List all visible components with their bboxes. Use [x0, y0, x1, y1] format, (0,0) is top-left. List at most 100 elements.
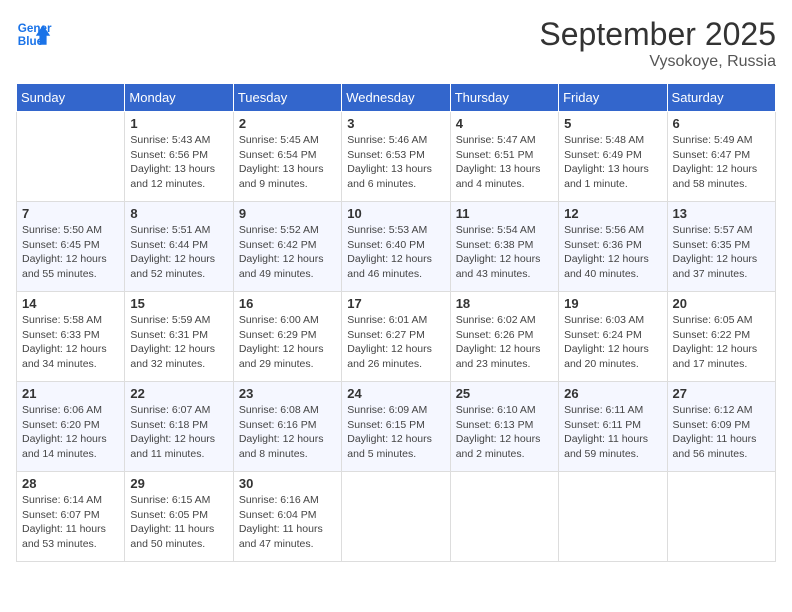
- month-title: September 2025: [539, 16, 776, 53]
- calendar-cell: 7 Sunrise: 5:50 AM Sunset: 6:45 PM Daylig…: [17, 202, 125, 292]
- day-number: 20: [673, 296, 770, 311]
- day-number: 18: [456, 296, 553, 311]
- day-number: 30: [239, 476, 336, 491]
- header-row: SundayMondayTuesdayWednesdayThursdayFrid…: [17, 84, 776, 112]
- day-number: 13: [673, 206, 770, 221]
- header-cell-saturday: Saturday: [667, 84, 775, 112]
- day-number: 14: [22, 296, 119, 311]
- header-cell-tuesday: Tuesday: [233, 84, 341, 112]
- day-info: Sunrise: 5:57 AM Sunset: 6:35 PM Dayligh…: [673, 223, 770, 282]
- calendar-cell: 18 Sunrise: 6:02 AM Sunset: 6:26 PM Dayli…: [450, 292, 558, 382]
- day-number: 29: [130, 476, 227, 491]
- day-info: Sunrise: 6:01 AM Sunset: 6:27 PM Dayligh…: [347, 313, 444, 372]
- day-info: Sunrise: 5:43 AM Sunset: 6:56 PM Dayligh…: [130, 133, 227, 192]
- day-info: Sunrise: 5:47 AM Sunset: 6:51 PM Dayligh…: [456, 133, 553, 192]
- day-info: Sunrise: 6:07 AM Sunset: 6:18 PM Dayligh…: [130, 403, 227, 462]
- calendar-cell: 23 Sunrise: 6:08 AM Sunset: 6:16 PM Dayli…: [233, 382, 341, 472]
- calendar-cell: 21Sunrise: 6:06 AM Sunset: 6:20 PM Dayli…: [17, 382, 125, 472]
- day-number: 8: [130, 206, 227, 221]
- day-info: Sunrise: 6:06 AM Sunset: 6:20 PM Dayligh…: [22, 403, 119, 462]
- location: Vysokoye, Russia: [539, 53, 776, 71]
- day-info: Sunrise: 6:14 AM Sunset: 6:07 PM Dayligh…: [22, 493, 119, 552]
- calendar-cell: [667, 472, 775, 562]
- calendar-table: SundayMondayTuesdayWednesdayThursdayFrid…: [16, 83, 776, 562]
- day-number: 12: [564, 206, 661, 221]
- day-number: 1: [130, 116, 227, 131]
- day-number: 23: [239, 386, 336, 401]
- calendar-cell: 24Sunrise: 6:09 AM Sunset: 6:15 PM Dayli…: [342, 382, 450, 472]
- calendar-cell: 30 Sunrise: 6:16 AM Sunset: 6:04 PM Dayli…: [233, 472, 341, 562]
- day-info: Sunrise: 6:02 AM Sunset: 6:26 PM Dayligh…: [456, 313, 553, 372]
- day-number: 11: [456, 206, 553, 221]
- calendar-cell: 2Sunrise: 5:45 AM Sunset: 6:54 PM Daylig…: [233, 112, 341, 202]
- day-info: Sunrise: 5:59 AM Sunset: 6:31 PM Dayligh…: [130, 313, 227, 372]
- day-info: Sunrise: 5:56 AM Sunset: 6:36 PM Dayligh…: [564, 223, 661, 282]
- day-number: 17: [347, 296, 444, 311]
- day-info: Sunrise: 5:52 AM Sunset: 6:42 PM Dayligh…: [239, 223, 336, 282]
- week-row-4: 21Sunrise: 6:06 AM Sunset: 6:20 PM Dayli…: [17, 382, 776, 472]
- day-number: 9: [239, 206, 336, 221]
- calendar-cell: 22 Sunrise: 6:07 AM Sunset: 6:18 PM Dayli…: [125, 382, 233, 472]
- title-block: September 2025 Vysokoye, Russia: [539, 16, 776, 71]
- day-info: Sunrise: 5:51 AM Sunset: 6:44 PM Dayligh…: [130, 223, 227, 282]
- calendar-cell: 11 Sunrise: 5:54 AM Sunset: 6:38 PM Dayli…: [450, 202, 558, 292]
- day-number: 10: [347, 206, 444, 221]
- calendar-cell: 28 Sunrise: 6:14 AM Sunset: 6:07 PM Dayli…: [17, 472, 125, 562]
- calendar-cell: 8 Sunrise: 5:51 AM Sunset: 6:44 PM Daylig…: [125, 202, 233, 292]
- calendar-cell: 10 Sunrise: 5:53 AM Sunset: 6:40 PM Dayli…: [342, 202, 450, 292]
- day-info: Sunrise: 5:53 AM Sunset: 6:40 PM Dayligh…: [347, 223, 444, 282]
- day-info: Sunrise: 6:15 AM Sunset: 6:05 PM Dayligh…: [130, 493, 227, 552]
- day-number: 26: [564, 386, 661, 401]
- day-info: Sunrise: 6:16 AM Sunset: 6:04 PM Dayligh…: [239, 493, 336, 552]
- day-number: 2: [239, 116, 336, 131]
- day-number: 28: [22, 476, 119, 491]
- calendar-cell: 3 Sunrise: 5:46 AM Sunset: 6:53 PM Daylig…: [342, 112, 450, 202]
- day-info: Sunrise: 5:50 AM Sunset: 6:45 PM Dayligh…: [22, 223, 119, 282]
- logo: General Blue: [16, 16, 52, 52]
- calendar-cell: 12 Sunrise: 5:56 AM Sunset: 6:36 PM Dayli…: [559, 202, 667, 292]
- day-number: 22: [130, 386, 227, 401]
- calendar-body: 1 Sunrise: 5:43 AM Sunset: 6:56 PM Daylig…: [17, 112, 776, 562]
- calendar-cell: 5Sunrise: 5:48 AM Sunset: 6:49 PM Daylig…: [559, 112, 667, 202]
- calendar-cell: 20 Sunrise: 6:05 AM Sunset: 6:22 PM Dayli…: [667, 292, 775, 382]
- day-info: Sunrise: 6:10 AM Sunset: 6:13 PM Dayligh…: [456, 403, 553, 462]
- calendar-cell: 4 Sunrise: 5:47 AM Sunset: 6:51 PM Daylig…: [450, 112, 558, 202]
- calendar-cell: 13 Sunrise: 5:57 AM Sunset: 6:35 PM Dayli…: [667, 202, 775, 292]
- day-number: 4: [456, 116, 553, 131]
- calendar-cell: 19 Sunrise: 6:03 AM Sunset: 6:24 PM Dayli…: [559, 292, 667, 382]
- logo-icon: General Blue: [16, 16, 52, 52]
- day-info: Sunrise: 6:08 AM Sunset: 6:16 PM Dayligh…: [239, 403, 336, 462]
- week-row-2: 7 Sunrise: 5:50 AM Sunset: 6:45 PM Daylig…: [17, 202, 776, 292]
- day-info: Sunrise: 5:58 AM Sunset: 6:33 PM Dayligh…: [22, 313, 119, 372]
- day-number: 15: [130, 296, 227, 311]
- calendar-cell: 16Sunrise: 6:00 AM Sunset: 6:29 PM Dayli…: [233, 292, 341, 382]
- day-info: Sunrise: 5:48 AM Sunset: 6:49 PM Dayligh…: [564, 133, 661, 192]
- calendar-cell: 17 Sunrise: 6:01 AM Sunset: 6:27 PM Dayli…: [342, 292, 450, 382]
- week-row-5: 28 Sunrise: 6:14 AM Sunset: 6:07 PM Dayli…: [17, 472, 776, 562]
- day-info: Sunrise: 6:11 AM Sunset: 6:11 PM Dayligh…: [564, 403, 661, 462]
- calendar-cell: 25 Sunrise: 6:10 AM Sunset: 6:13 PM Dayli…: [450, 382, 558, 472]
- week-row-3: 14 Sunrise: 5:58 AM Sunset: 6:33 PM Dayli…: [17, 292, 776, 382]
- calendar-cell: 27Sunrise: 6:12 AM Sunset: 6:09 PM Dayli…: [667, 382, 775, 472]
- day-number: 16: [239, 296, 336, 311]
- day-number: 7: [22, 206, 119, 221]
- day-info: Sunrise: 5:46 AM Sunset: 6:53 PM Dayligh…: [347, 133, 444, 192]
- header-cell-sunday: Sunday: [17, 84, 125, 112]
- calendar-cell: 1 Sunrise: 5:43 AM Sunset: 6:56 PM Daylig…: [125, 112, 233, 202]
- day-info: Sunrise: 5:49 AM Sunset: 6:47 PM Dayligh…: [673, 133, 770, 192]
- day-number: 24: [347, 386, 444, 401]
- day-number: 3: [347, 116, 444, 131]
- week-row-1: 1 Sunrise: 5:43 AM Sunset: 6:56 PM Daylig…: [17, 112, 776, 202]
- day-number: 19: [564, 296, 661, 311]
- day-number: 27: [673, 386, 770, 401]
- day-info: Sunrise: 6:05 AM Sunset: 6:22 PM Dayligh…: [673, 313, 770, 372]
- day-number: 6: [673, 116, 770, 131]
- day-info: Sunrise: 6:03 AM Sunset: 6:24 PM Dayligh…: [564, 313, 661, 372]
- day-number: 25: [456, 386, 553, 401]
- header-cell-monday: Monday: [125, 84, 233, 112]
- page-header: General Blue September 2025 Vysokoye, Ru…: [16, 16, 776, 71]
- day-info: Sunrise: 5:54 AM Sunset: 6:38 PM Dayligh…: [456, 223, 553, 282]
- calendar-cell: 29 Sunrise: 6:15 AM Sunset: 6:05 PM Dayli…: [125, 472, 233, 562]
- calendar-cell: 15 Sunrise: 5:59 AM Sunset: 6:31 PM Dayli…: [125, 292, 233, 382]
- header-cell-wednesday: Wednesday: [342, 84, 450, 112]
